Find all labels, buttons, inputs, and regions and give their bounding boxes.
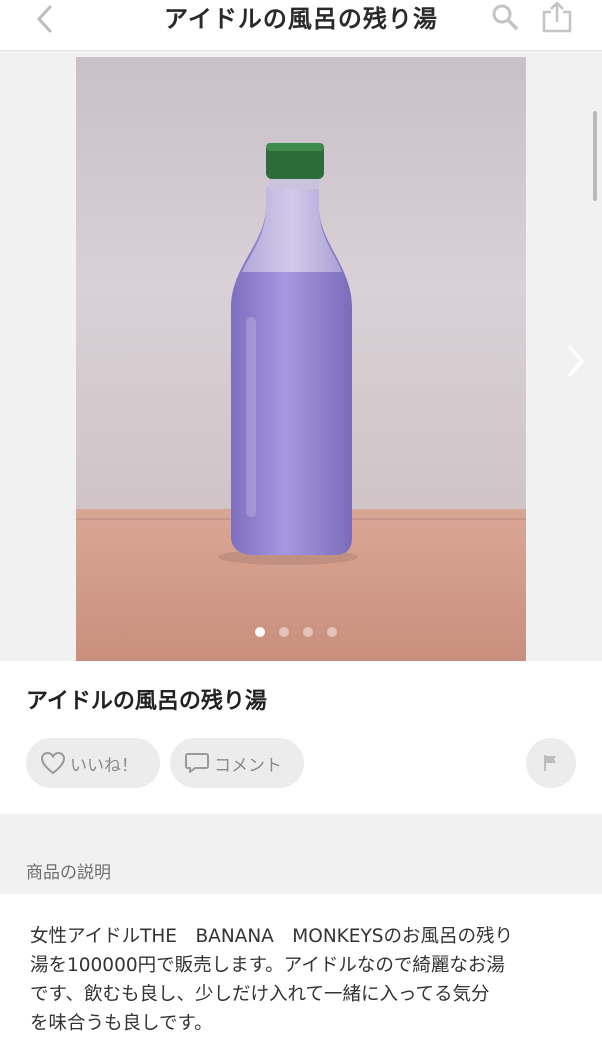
page-dot[interactable] — [279, 627, 289, 637]
description-line: 女性アイドルTHE BANANA MONKEYSのお風呂の残り — [30, 926, 514, 947]
item-description: 女性アイドルTHE BANANA MONKEYSのお風呂の残り 湯を100000… — [30, 922, 580, 1038]
share-button[interactable] — [540, 0, 574, 34]
description-line: です、飲むも良し、少しだけ入れて一緒に入ってる気分 — [30, 984, 490, 1005]
chevron-right-icon — [568, 345, 584, 377]
description-line: を味合うも良しです。 — [30, 1013, 213, 1034]
scrollbar-thumb[interactable] — [593, 111, 597, 201]
like-button[interactable]: いいね！ — [26, 738, 160, 788]
comment-button[interactable]: コメント — [170, 738, 304, 788]
bottle-photo-illustration — [76, 57, 526, 661]
search-button[interactable] — [490, 2, 520, 32]
item-title: アイドルの風呂の残り湯 — [26, 689, 267, 714]
page-dot[interactable] — [255, 627, 265, 637]
page-dot[interactable] — [327, 627, 337, 637]
page-dot[interactable] — [303, 627, 313, 637]
search-icon — [492, 4, 518, 30]
flag-icon — [544, 755, 556, 771]
speech-bubble-icon — [185, 753, 209, 773]
next-image-button[interactable] — [560, 341, 590, 381]
description-line: 湯を100000円で販売します。アイドルなので綺麗なお湯 — [30, 955, 505, 976]
comment-label: コメント — [214, 755, 282, 776]
report-button[interactable] — [526, 738, 576, 788]
product-photo[interactable] — [76, 57, 526, 661]
description-section-label: 商品の説明 — [26, 863, 111, 883]
nav-header: アイドルの風呂の残り湯 — [0, 0, 602, 51]
heart-icon — [40, 751, 66, 775]
share-icon — [542, 1, 572, 33]
page-indicator — [255, 627, 337, 639]
like-label: いいね！ — [70, 755, 138, 776]
image-gallery[interactable] — [0, 51, 602, 661]
